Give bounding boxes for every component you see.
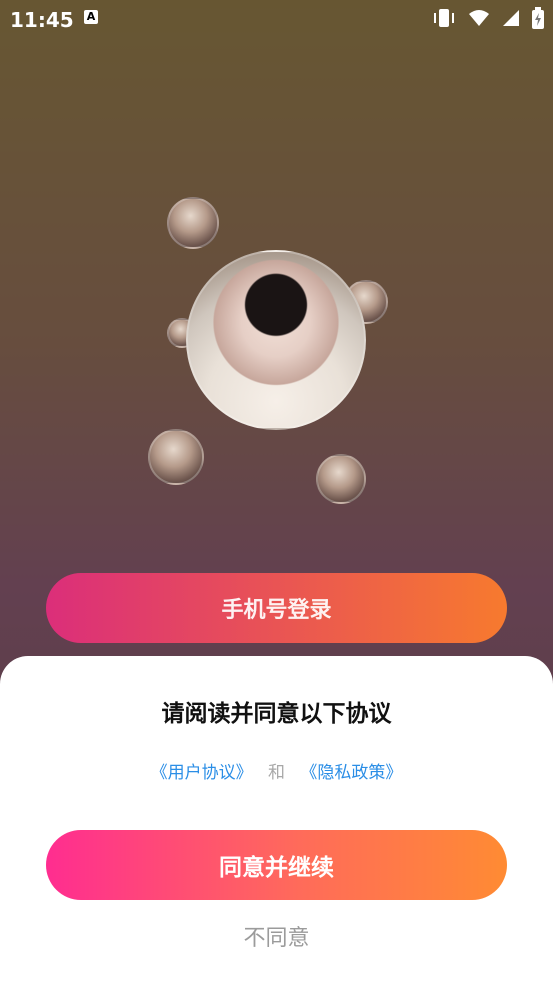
- avatar-main: [186, 250, 366, 430]
- agreement-links: 《用户协议》 和 《隐私政策》: [0, 758, 553, 783]
- wifi-icon: [467, 8, 491, 32]
- agree-button[interactable]: 同意并继续: [46, 830, 507, 900]
- privacy-policy-link[interactable]: 《隐私政策》: [300, 763, 402, 783]
- dialog-title: 请阅读并同意以下协议: [161, 701, 392, 727]
- signal-icon: [501, 8, 521, 32]
- user-agreement-link[interactable]: 《用户协议》: [151, 763, 253, 783]
- status-time: 11:45: [10, 8, 74, 32]
- agreement-sheet: 请阅读并同意以下协议 《用户协议》 和 《隐私政策》 同意并继续 不同意: [0, 656, 553, 983]
- avatar-bottom-left: [148, 429, 204, 485]
- screen: 手机号登录 11:45 A 请阅读并同意以下协议 《用户协议》 和 《隐私政策》…: [0, 0, 553, 983]
- battery-icon: [531, 7, 545, 33]
- avatar-top: [167, 197, 219, 249]
- a-icon: A: [84, 10, 98, 24]
- and-text: 和: [268, 763, 285, 783]
- disagree-button[interactable]: 不同意: [0, 920, 553, 952]
- avatar-bottom-right: [316, 454, 366, 504]
- vibrate-icon: [431, 7, 457, 33]
- phone-login-button[interactable]: 手机号登录: [46, 573, 507, 643]
- status-bar: 11:45 A: [0, 0, 553, 38]
- status-icons: [431, 7, 545, 33]
